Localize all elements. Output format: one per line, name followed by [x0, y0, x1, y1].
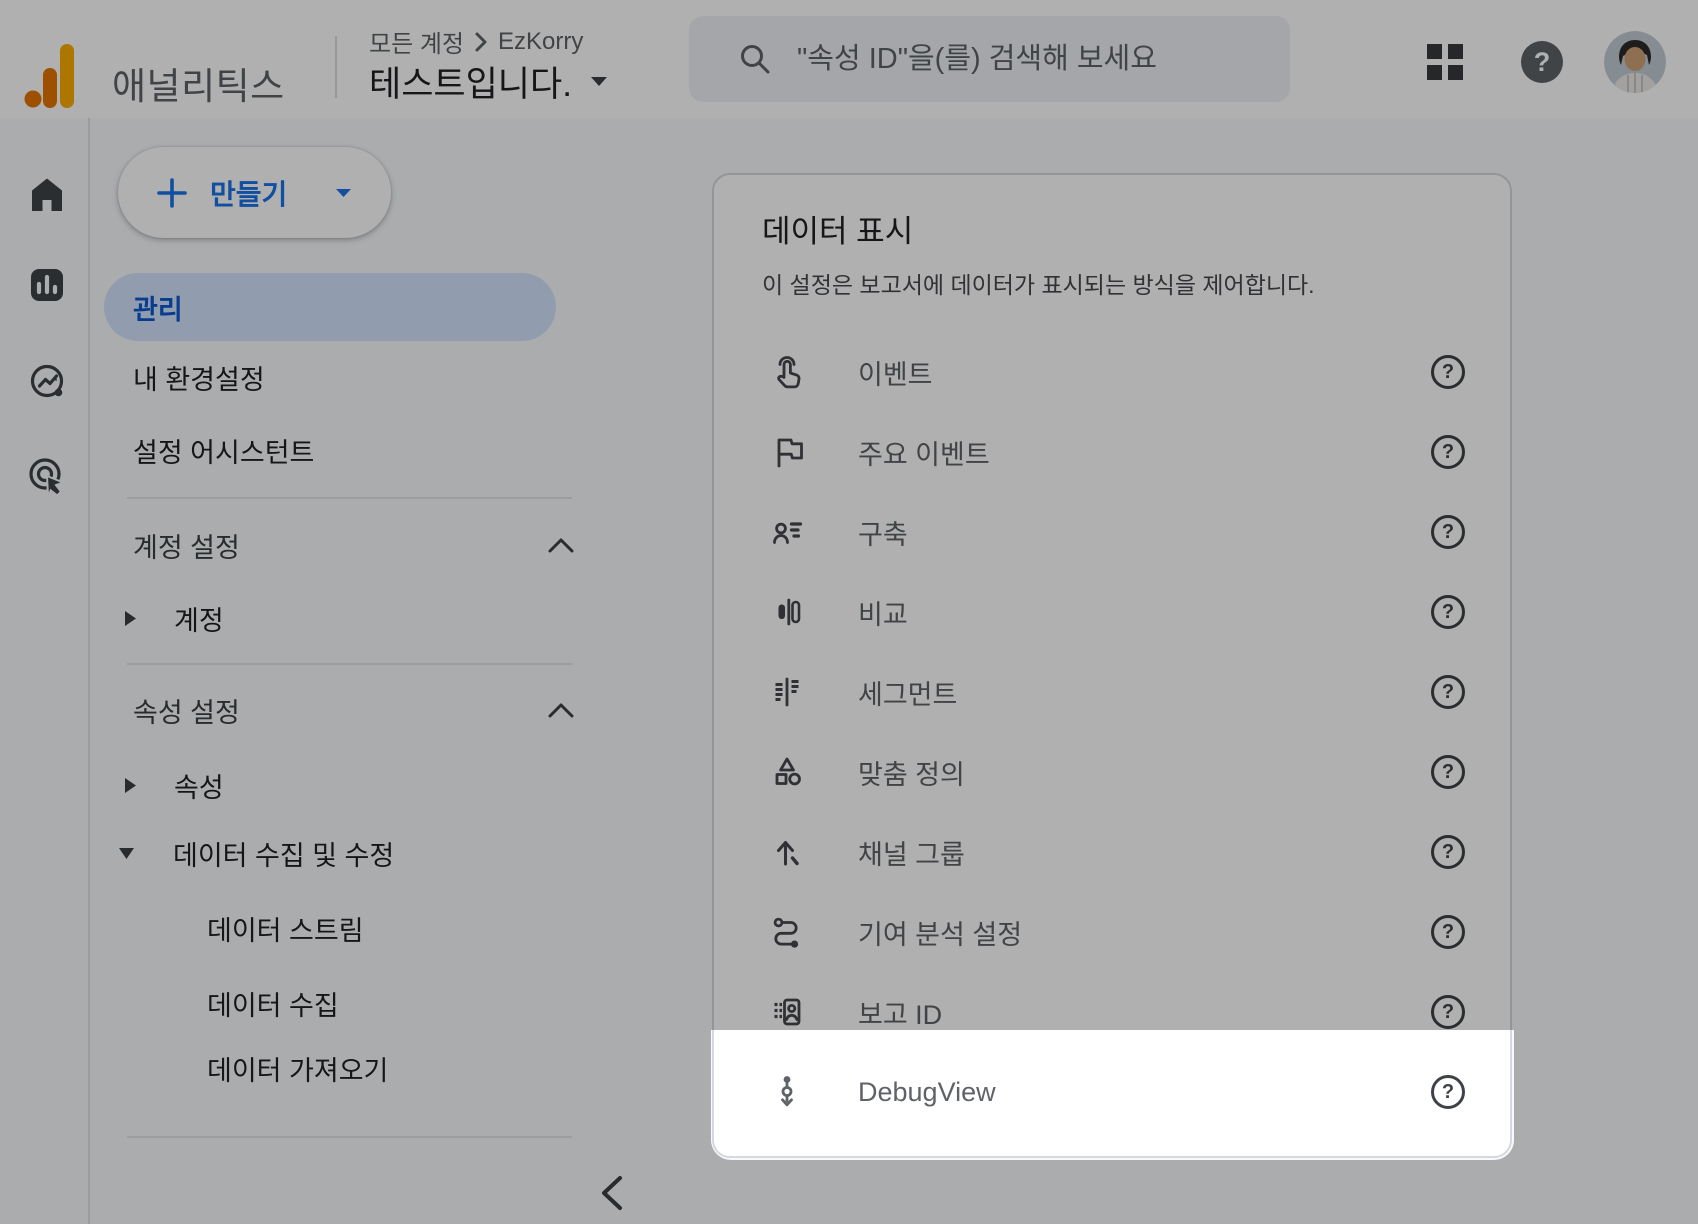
section-property-settings[interactable]: 속성 설정 [133, 682, 574, 738]
admin-drawer: 만들기 관리 내 환경설정 설정 어시스턴트 계정 설정 계정 [90, 118, 610, 1224]
avatar[interactable] [1604, 31, 1666, 93]
tree-item-data-import[interactable]: 데이터 가져오기 [207, 1040, 388, 1096]
help-icon[interactable]: ? [1431, 915, 1465, 949]
audience-icon [766, 511, 808, 553]
tree-item-account[interactable]: 계정 [124, 590, 224, 646]
divider [127, 1136, 572, 1138]
card-title: 데이터 표시 [762, 210, 913, 254]
analytics-logo-icon[interactable] [22, 40, 78, 110]
card-subtitle: 이 설정은 보고서에 데이터가 표시되는 방식을 제어합니다. [762, 269, 1315, 301]
advertising-icon[interactable] [23, 452, 71, 500]
list-item-reporting-id[interactable]: 보고 ID ? [714, 972, 1510, 1052]
create-button[interactable]: 만들기 [118, 147, 391, 238]
channel-arrow-icon [766, 831, 808, 873]
tree-item-property[interactable]: 속성 [124, 757, 224, 813]
help-icon[interactable]: ? [1431, 1075, 1465, 1109]
sidebar-item-admin[interactable]: 관리 [104, 273, 556, 341]
help-icon[interactable]: ? [1431, 355, 1465, 389]
top-app-bar: 애널리틱스 모든 계정 EzKorry 테스트입니다. ? [0, 0, 1698, 118]
attribution-route-icon [766, 911, 808, 953]
home-icon[interactable] [23, 170, 71, 218]
sidebar-item-my-preferences[interactable]: 내 환경설정 [133, 349, 265, 405]
drawer-collapse-icon[interactable] [590, 1171, 634, 1215]
help-icon[interactable]: ? [1431, 435, 1465, 469]
chevron-right-icon [474, 31, 488, 53]
chevron-up-icon [548, 703, 574, 718]
triangle-right-icon [124, 777, 137, 794]
help-icon[interactable]: ? [1521, 41, 1563, 83]
breadcrumb-all-accounts[interactable]: 모든 계정 [369, 24, 464, 59]
caret-down-icon [590, 76, 608, 87]
topbar-divider [335, 36, 337, 98]
list-item-attribution-settings[interactable]: 기여 분석 설정 ? [714, 892, 1510, 972]
list-item-key-events[interactable]: 주요 이벤트 ? [714, 412, 1510, 492]
reports-icon[interactable] [23, 261, 71, 309]
search-icon [735, 39, 775, 79]
sidebar-item-setup-assistant[interactable]: 설정 어시스턴트 [133, 422, 314, 478]
help-icon[interactable]: ? [1431, 995, 1465, 1029]
caret-down-icon [335, 188, 352, 198]
help-icon[interactable]: ? [1431, 675, 1465, 709]
search-input[interactable] [797, 43, 1237, 76]
tree-item-data-collection-child[interactable]: 데이터 수집 [207, 975, 339, 1031]
breadcrumb[interactable]: 모든 계정 EzKorry [369, 24, 583, 59]
segments-icon [766, 671, 808, 713]
divider [127, 497, 572, 499]
avatar-image [1604, 31, 1666, 93]
help-icon[interactable]: ? [1431, 835, 1465, 869]
product-name: 애널리틱스 [112, 56, 285, 110]
tap-icon [766, 351, 808, 393]
triangle-right-icon [124, 610, 137, 627]
section-account-settings[interactable]: 계정 설정 [133, 517, 574, 573]
list-item-custom-definitions[interactable]: 맞춤 정의 ? [714, 732, 1510, 812]
ga-admin-screen: 애널리틱스 모든 계정 EzKorry 테스트입니다. ? [0, 0, 1698, 1224]
plus-icon [156, 177, 188, 209]
search-box[interactable] [689, 16, 1290, 102]
divider [127, 663, 572, 665]
triangle-down-icon [118, 847, 135, 860]
shapes-icon [766, 751, 808, 793]
list-item-audiences[interactable]: 구축 ? [714, 492, 1510, 572]
flag-icon [766, 431, 808, 473]
list-item-events[interactable]: 이벤트 ? [714, 332, 1510, 412]
property-name: 테스트입니다. [369, 56, 572, 107]
list-item-comparisons[interactable]: 비교 ? [714, 572, 1510, 652]
list-item-segments[interactable]: 세그먼트 ? [714, 652, 1510, 732]
nav-rail [0, 118, 90, 1224]
apps-grid-icon[interactable] [1427, 44, 1463, 80]
explore-icon[interactable] [23, 357, 71, 405]
create-button-label: 만들기 [210, 173, 287, 213]
list-item-debugview[interactable]: DebugView ? [714, 1052, 1510, 1132]
tree-item-data-collection[interactable]: 데이터 수집 및 수정 [118, 825, 394, 881]
help-icon[interactable]: ? [1431, 515, 1465, 549]
help-icon[interactable]: ? [1431, 595, 1465, 629]
property-switcher[interactable]: 테스트입니다. [369, 56, 608, 107]
comparison-icon [766, 591, 808, 633]
breadcrumb-account[interactable]: EzKorry [498, 28, 583, 56]
data-display-card: 데이터 표시 이 설정은 보고서에 데이터가 표시되는 방식을 제어합니다. 이… [712, 173, 1512, 1158]
debug-route-icon [766, 1071, 808, 1113]
chevron-up-icon [548, 538, 574, 553]
tree-item-data-streams[interactable]: 데이터 스트림 [207, 900, 364, 956]
help-icon[interactable]: ? [1431, 755, 1465, 789]
report-id-icon [766, 991, 808, 1033]
list-item-channel-groups[interactable]: 채널 그룹 ? [714, 812, 1510, 892]
